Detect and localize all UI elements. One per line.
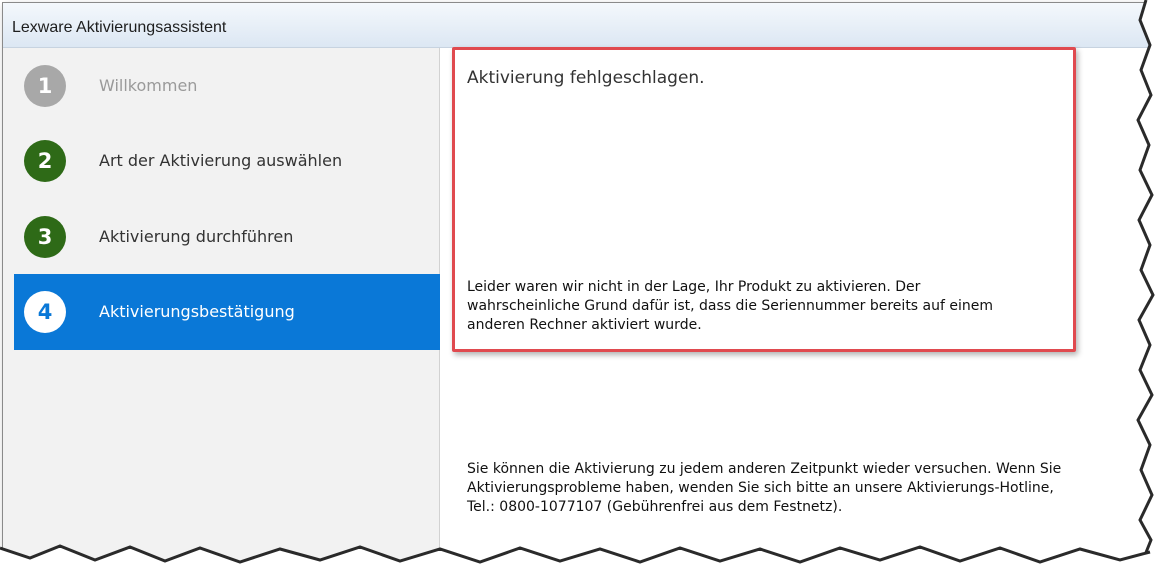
- hotline-hint: Sie können die Aktivierung zu jedem ande…: [467, 461, 1062, 515]
- wizard-steps-sidebar: 1 Willkommen 2 Art der Aktivierung auswä…: [3, 48, 440, 579]
- error-heading: Aktivierung fehlgeschlagen.: [467, 68, 705, 88]
- activation-wizard-window: Lexware Aktivierungsassistent 1 Willkomm…: [2, 2, 1154, 580]
- step-number-badge: 2: [24, 140, 66, 182]
- content-panel: Aktivierung fehlgeschlagen. Leider waren…: [440, 48, 1153, 579]
- step-number-badge: 4: [24, 291, 66, 333]
- step-label: Art der Aktivierung auswählen: [99, 151, 343, 170]
- step-label: Aktivierungsbestätigung: [99, 302, 295, 321]
- step-aktivierung-durchfuehren: 3 Aktivierung durchführen: [14, 199, 440, 275]
- step-willkommen: 1 Willkommen: [14, 48, 440, 124]
- step-number-badge: 1: [24, 65, 66, 107]
- step-label: Willkommen: [99, 76, 198, 95]
- step-art-der-aktivierung: 2 Art der Aktivierung auswählen: [14, 123, 440, 199]
- error-message: Leider waren wir nicht in der Lage, Ihr …: [467, 279, 994, 333]
- step-number-badge: 3: [24, 216, 66, 258]
- step-aktivierungsbestaetigung-active: 4 Aktivierungsbestätigung: [14, 274, 440, 350]
- step-label: Aktivierung durchführen: [99, 227, 294, 246]
- title-bar[interactable]: Lexware Aktivierungsassistent: [3, 3, 1153, 48]
- window-title: Lexware Aktivierungsassistent: [12, 19, 227, 36]
